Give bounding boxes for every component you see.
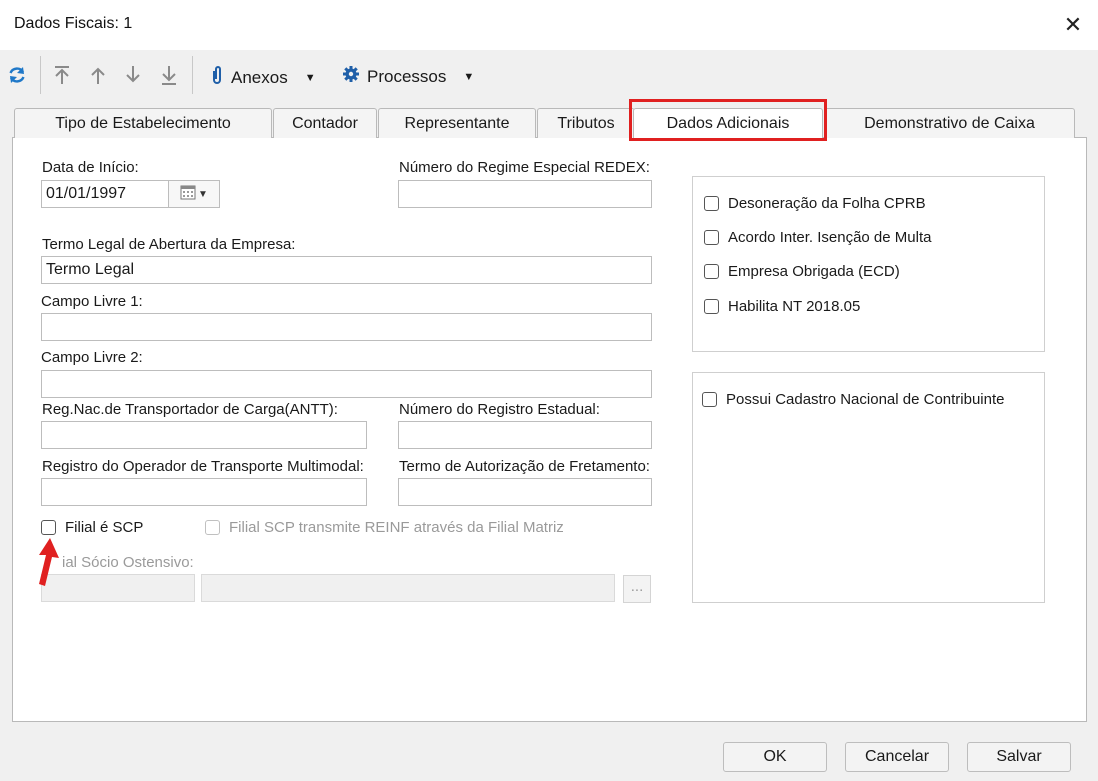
checkbox-box[interactable] — [704, 264, 719, 279]
empresa-ecd-checkbox[interactable]: Empresa Obrigada (ECD) — [704, 263, 900, 280]
cnc-checkbox[interactable]: Possui Cadastro Nacional de Contribuinte — [702, 391, 1005, 408]
tab-highlight-box — [629, 99, 827, 141]
data-inicio-field[interactable]: 01/01/1997 — [41, 180, 169, 208]
checkbox-box[interactable] — [704, 196, 719, 211]
cancel-button[interactable]: Cancelar — [845, 742, 949, 772]
checkbox-box — [205, 520, 220, 535]
campo-livre-1-field[interactable] — [41, 313, 652, 341]
toolbar: Anexos ▼ Processos ▼ — [0, 50, 1098, 100]
redex-label: Número do Regime Especial REDEX: — [399, 159, 650, 176]
empresa-ecd-label: Empresa Obrigada (ECD) — [728, 263, 900, 280]
operador-multimodal-field[interactable] — [41, 478, 367, 506]
socio-ostensivo-name-field — [201, 574, 615, 602]
termo-legal-label: Termo Legal de Abertura da Empresa: — [42, 236, 296, 253]
anexos-label: Anexos — [231, 67, 288, 87]
title-bar — [0, 0, 1098, 50]
checkbox-box[interactable] — [704, 230, 719, 245]
tab-tributos[interactable]: Tributos — [537, 108, 635, 138]
first-record-icon[interactable] — [52, 64, 72, 90]
gear-icon — [342, 65, 360, 88]
acordo-inter-label: Acordo Inter. Isenção de Multa — [728, 229, 932, 246]
antt-label: Reg.Nac.de Transportador de Carga(ANTT): — [42, 401, 338, 418]
habilita-nt-checkbox[interactable]: Habilita NT 2018.05 — [704, 298, 860, 315]
campo-livre-1-label: Campo Livre 1: — [41, 293, 143, 310]
filial-scp-label: Filial é SCP — [65, 519, 144, 536]
chevron-down-icon: ▼ — [198, 188, 208, 200]
habilita-nt-label: Habilita NT 2018.05 — [728, 298, 861, 315]
fretamento-field[interactable] — [398, 478, 652, 506]
fretamento-label: Termo de Autorização de Fretamento: — [399, 458, 650, 475]
tab-representante[interactable]: Representante — [378, 108, 536, 138]
chevron-down-icon: ▼ — [463, 70, 475, 83]
redex-field[interactable] — [398, 180, 652, 208]
tab-tipo-de-estabelecimento[interactable]: Tipo de Estabelecimento — [14, 108, 272, 138]
checkbox-box[interactable] — [41, 520, 56, 535]
socio-ostensivo-label: ial Sócio Ostensivo: — [62, 554, 194, 571]
last-record-icon[interactable] — [159, 64, 179, 90]
window-title: Dados Fiscais: 1 — [14, 15, 133, 32]
checkbox-box[interactable] — [704, 299, 719, 314]
registro-estadual-label: Número do Registro Estadual: — [399, 401, 600, 418]
anexos-menu[interactable]: Anexos ▼ — [210, 65, 316, 90]
chevron-down-icon: ▼ — [304, 71, 316, 84]
close-icon[interactable]: ✕ — [1058, 10, 1088, 40]
cnc-label: Possui Cadastro Nacional de Contribuinte — [726, 391, 1005, 408]
previous-record-icon[interactable] — [88, 64, 108, 90]
desoneracao-label: Desoneração da Folha CPRB — [728, 195, 926, 212]
processos-label: Processos — [367, 66, 447, 86]
processos-menu[interactable]: Processos ▼ — [342, 65, 474, 88]
acordo-inter-checkbox[interactable]: Acordo Inter. Isenção de Multa — [704, 229, 931, 246]
socio-ostensivo-lookup-button: ... — [623, 575, 651, 603]
filial-scp-reinf-checkbox: Filial SCP transmite REINF através da Fi… — [205, 519, 564, 536]
filial-scp-reinf-label: Filial SCP transmite REINF através da Fi… — [229, 519, 564, 536]
desoneracao-checkbox[interactable]: Desoneração da Folha CPRB — [704, 195, 926, 212]
socio-ostensivo-code-field — [41, 574, 195, 602]
paperclip-icon — [210, 65, 224, 90]
termo-legal-field[interactable]: Termo Legal — [41, 256, 652, 284]
ok-button[interactable]: OK — [723, 742, 827, 772]
tab-contador[interactable]: Contador — [273, 108, 377, 138]
data-inicio-label: Data de Início: — [42, 159, 139, 176]
save-button[interactable]: Salvar — [967, 742, 1071, 772]
antt-field[interactable] — [41, 421, 367, 449]
date-picker-button[interactable]: ▼ — [168, 180, 220, 208]
registro-estadual-field[interactable] — [398, 421, 652, 449]
checkbox-box[interactable] — [702, 392, 717, 407]
campo-livre-2-field[interactable] — [41, 370, 652, 398]
refresh-icon[interactable] — [6, 64, 28, 90]
pointer-arrow-icon — [30, 536, 60, 592]
next-record-icon[interactable] — [123, 64, 143, 90]
tab-demonstrativo-de-caixa[interactable]: Demonstrativo de Caixa — [824, 108, 1075, 138]
campo-livre-2-label: Campo Livre 2: — [41, 349, 143, 366]
filial-scp-checkbox[interactable]: Filial é SCP — [41, 519, 143, 536]
calendar-icon — [180, 184, 196, 204]
operador-multimodal-label: Registro do Operador de Transporte Multi… — [42, 458, 364, 475]
